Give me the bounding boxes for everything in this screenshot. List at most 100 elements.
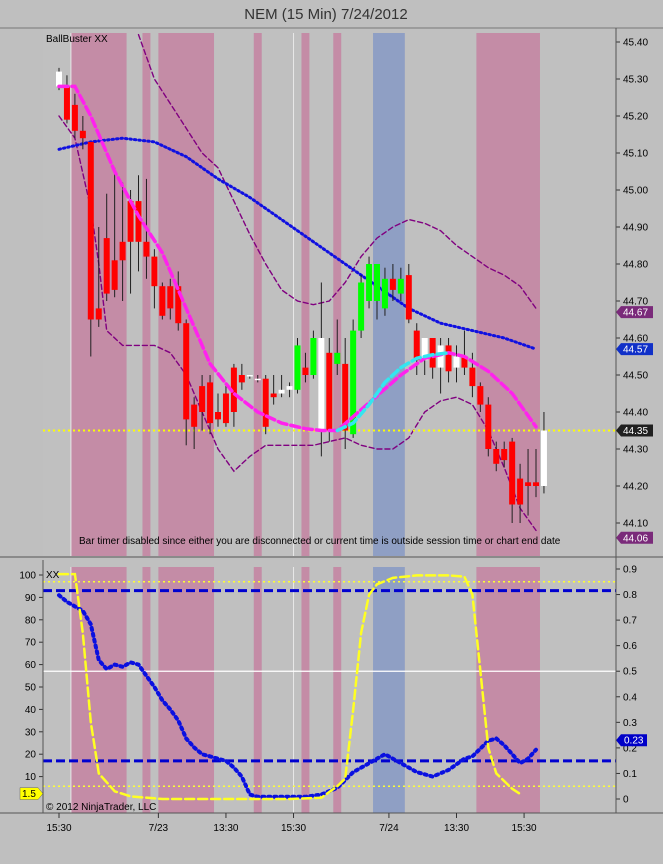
candle-body bbox=[254, 378, 261, 381]
price-marker: 44.35 bbox=[616, 424, 653, 437]
oscillator-right-tick-label: 0.7 bbox=[623, 616, 637, 627]
oscillator-right-tick-label: 0.6 bbox=[623, 641, 637, 652]
price-tick-label: 44.30 bbox=[623, 445, 648, 456]
candle-body bbox=[167, 286, 174, 309]
oscillator-session-band bbox=[476, 567, 540, 813]
oscillator-left-tick-label: 60 bbox=[25, 660, 37, 671]
oscillator-left-tick-label: 20 bbox=[25, 750, 37, 761]
candle-body bbox=[238, 375, 245, 383]
oscillator-left-tick-label: 50 bbox=[25, 683, 37, 694]
candle-body bbox=[509, 441, 516, 505]
price-session-band bbox=[253, 33, 262, 556]
oscillator-right-tick-label: 0.4 bbox=[623, 692, 637, 703]
price-tick-label: 44.50 bbox=[623, 371, 648, 382]
price-tick-label: 44.40 bbox=[623, 408, 648, 419]
candle-body bbox=[358, 282, 365, 331]
candle-body bbox=[63, 86, 70, 120]
price-marker-label: 44.06 bbox=[623, 533, 648, 544]
price-marker-label: 44.57 bbox=[623, 345, 648, 356]
price-tick-label: 45.30 bbox=[623, 75, 648, 86]
chart-root: NEM (15 Min) 7/24/2012 BallBuster XX Bar… bbox=[0, 0, 663, 859]
candle bbox=[159, 282, 166, 320]
candle-body bbox=[533, 482, 539, 486]
oscillator-right-tick-label: 0.1 bbox=[623, 769, 637, 780]
time-tick-label: 15:30 bbox=[46, 823, 71, 834]
time-tick-label: 7/23 bbox=[149, 823, 169, 834]
candle-body bbox=[453, 356, 460, 368]
price-session-band bbox=[158, 33, 215, 556]
candle-body bbox=[429, 338, 436, 368]
oscillator-right-tick-label: 0.3 bbox=[623, 718, 637, 729]
candle-body bbox=[270, 393, 277, 398]
oscillator-left-marker-label: 1.5 bbox=[22, 789, 36, 800]
candle-body bbox=[246, 375, 253, 377]
oscillator-left-tick-label: 90 bbox=[25, 593, 37, 604]
candle-body bbox=[445, 345, 452, 372]
price-tick-label: 44.10 bbox=[623, 519, 648, 530]
price-tick-label: 44.90 bbox=[623, 223, 648, 234]
candle-body bbox=[326, 352, 333, 431]
candle-body bbox=[540, 430, 547, 486]
candle-body bbox=[397, 278, 404, 294]
candle bbox=[485, 397, 492, 457]
oscillator-session-band bbox=[142, 567, 151, 813]
oscillator-session-band bbox=[253, 567, 262, 813]
price-tick-label: 44.60 bbox=[623, 334, 648, 345]
price-session-band bbox=[142, 33, 151, 556]
chart-title: NEM (15 Min) 7/24/2012 bbox=[244, 6, 407, 23]
oscillator-right-tick-label: 0.8 bbox=[623, 590, 637, 601]
candle-body bbox=[366, 264, 373, 301]
oscillator-left-tick-label: 100 bbox=[19, 571, 36, 582]
time-tick-label: 13:30 bbox=[444, 823, 469, 834]
candle-body bbox=[143, 241, 150, 257]
price-tick-label: 45.00 bbox=[623, 186, 648, 197]
candle bbox=[358, 275, 365, 338]
oscillator-left-tick-label: 30 bbox=[25, 727, 37, 738]
candle-body bbox=[207, 382, 214, 424]
oscillator-session-band bbox=[301, 567, 310, 813]
oscillator-left-tick-label: 80 bbox=[25, 615, 37, 626]
time-tick-label: 15:30 bbox=[512, 823, 537, 834]
candle-body bbox=[278, 389, 285, 394]
candle-body bbox=[199, 386, 206, 412]
candle bbox=[326, 338, 333, 442]
candle-body bbox=[56, 71, 62, 87]
candle-body bbox=[215, 412, 221, 420]
candle-body bbox=[294, 345, 301, 390]
candle-body bbox=[79, 130, 86, 139]
time-tick-label: 15:30 bbox=[281, 823, 306, 834]
price-tick-label: 45.20 bbox=[623, 112, 648, 123]
candle-body bbox=[71, 104, 78, 131]
candle-body bbox=[151, 256, 158, 287]
price-tick-label: 44.20 bbox=[623, 482, 648, 493]
oscillator-session-band bbox=[333, 567, 342, 813]
candle-body bbox=[493, 449, 500, 464]
oscillator-session-band bbox=[158, 567, 215, 813]
price-session-band bbox=[301, 33, 310, 556]
candle-body bbox=[119, 241, 126, 261]
candle-body bbox=[191, 404, 198, 427]
candle-body bbox=[111, 260, 118, 290]
time-tick-label: 7/24 bbox=[379, 823, 399, 834]
candle-body bbox=[485, 404, 492, 449]
candle-body bbox=[381, 278, 388, 309]
copyright-text: © 2012 NinjaTrader, LLC bbox=[46, 802, 156, 813]
candle-body bbox=[389, 278, 396, 290]
oscillator-indicator-label: XX bbox=[46, 570, 60, 581]
oscillator-right-tick-label: 0 bbox=[623, 795, 629, 806]
candle-body bbox=[477, 386, 484, 405]
ninjatrader-chart: NEM (15 Min) 7/24/2012 BallBuster XX Bar… bbox=[0, 0, 663, 859]
candle-body bbox=[318, 338, 325, 431]
oscillator-session-band bbox=[373, 567, 405, 813]
candle-body bbox=[374, 264, 380, 301]
candle-body bbox=[334, 352, 341, 364]
candle bbox=[366, 256, 373, 309]
oscillator-right-marker: 0.23 bbox=[616, 734, 647, 747]
candle-body bbox=[95, 308, 102, 320]
oscillator-right-tick-label: 0.5 bbox=[623, 667, 637, 678]
candle-body bbox=[222, 393, 229, 424]
oscillator-left-tick-label: 40 bbox=[25, 705, 37, 716]
price-tick-label: 44.70 bbox=[623, 297, 648, 308]
price-marker-label: 44.67 bbox=[623, 308, 648, 319]
oscillator-right-marker-label: 0.23 bbox=[624, 736, 644, 747]
